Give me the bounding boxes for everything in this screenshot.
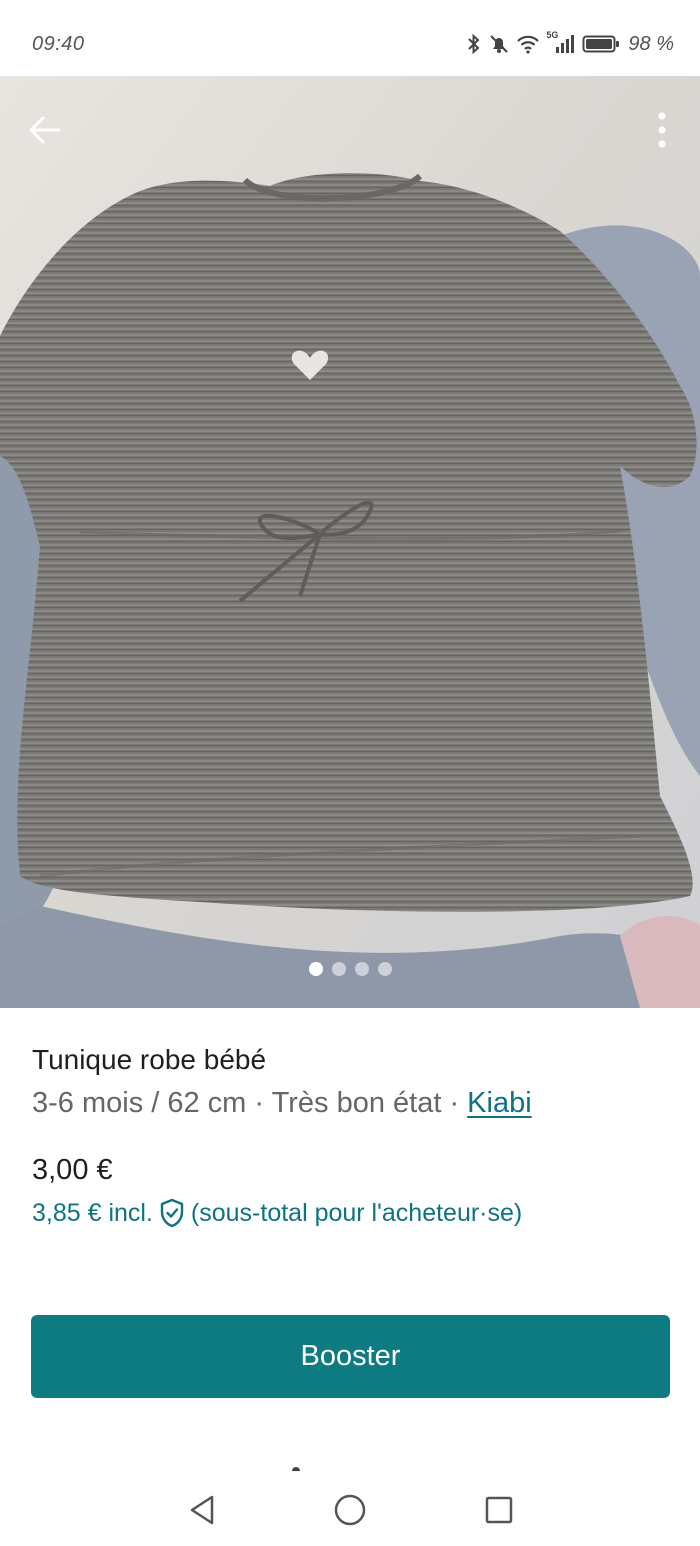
arrow-left-icon bbox=[29, 116, 61, 144]
separator: · bbox=[246, 1087, 272, 1119]
signal-icon: 5G bbox=[546, 30, 576, 55]
mute-icon bbox=[488, 33, 510, 55]
product-photo bbox=[0, 76, 700, 1008]
price-with-protection[interactable]: 3,85 € incl. (sous-total pour l'acheteur… bbox=[32, 1198, 522, 1228]
nav-back-button[interactable] bbox=[182, 1490, 222, 1530]
carousel-dot bbox=[331, 962, 346, 976]
listing-size: 3-6 mois / 62 cm bbox=[32, 1087, 247, 1119]
battery-icon bbox=[582, 33, 620, 55]
listing-condition: Très bon état bbox=[271, 1087, 442, 1119]
triangle-back-icon bbox=[190, 1495, 214, 1525]
carousel-dot bbox=[377, 962, 392, 976]
carousel-dot bbox=[308, 962, 323, 976]
listing-details: Tunique robe bébé 3-6 mois / 62 cm · Trè… bbox=[32, 1040, 672, 1124]
price-incl-note: (sous-total pour l'acheteur·se) bbox=[190, 1198, 523, 1227]
booster-button[interactable]: Booster bbox=[31, 1315, 670, 1398]
circle-home-icon bbox=[334, 1494, 366, 1526]
bluetooth-icon bbox=[466, 33, 482, 55]
carousel-dot bbox=[354, 962, 369, 976]
separator: · bbox=[441, 1087, 468, 1119]
more-vertical-icon bbox=[658, 112, 666, 148]
square-recents-icon bbox=[485, 1496, 513, 1524]
listing-title: Tunique robe bébé bbox=[32, 1044, 267, 1075]
brand-link[interactable]: Kiabi bbox=[467, 1087, 532, 1119]
back-button[interactable] bbox=[22, 108, 66, 152]
status-bar: 09:40 5G 98 % bbox=[0, 0, 700, 76]
battery-percent: 98 % bbox=[628, 32, 674, 55]
listing-attributes: 3-6 mois / 62 cm · Très bon état · Kiabi bbox=[32, 1082, 672, 1124]
nav-recents-button[interactable] bbox=[479, 1490, 519, 1530]
product-photo-carousel[interactable] bbox=[0, 76, 700, 1008]
status-icons: 5G 98 % bbox=[466, 30, 674, 58]
shield-check-icon bbox=[160, 1198, 184, 1228]
system-navigation-bar bbox=[0, 1460, 700, 1546]
carousel-indicator bbox=[0, 962, 700, 976]
price-incl-amount: 3,85 € incl. bbox=[32, 1198, 153, 1227]
nav-home-button[interactable] bbox=[330, 1490, 370, 1530]
network-label: 5G bbox=[546, 30, 559, 40]
listing-price: 3,00 € bbox=[32, 1154, 113, 1186]
nav-indicator bbox=[292, 1467, 300, 1471]
more-options-button[interactable] bbox=[650, 106, 674, 154]
wifi-icon bbox=[516, 33, 540, 55]
status-time: 09:40 bbox=[32, 33, 85, 55]
